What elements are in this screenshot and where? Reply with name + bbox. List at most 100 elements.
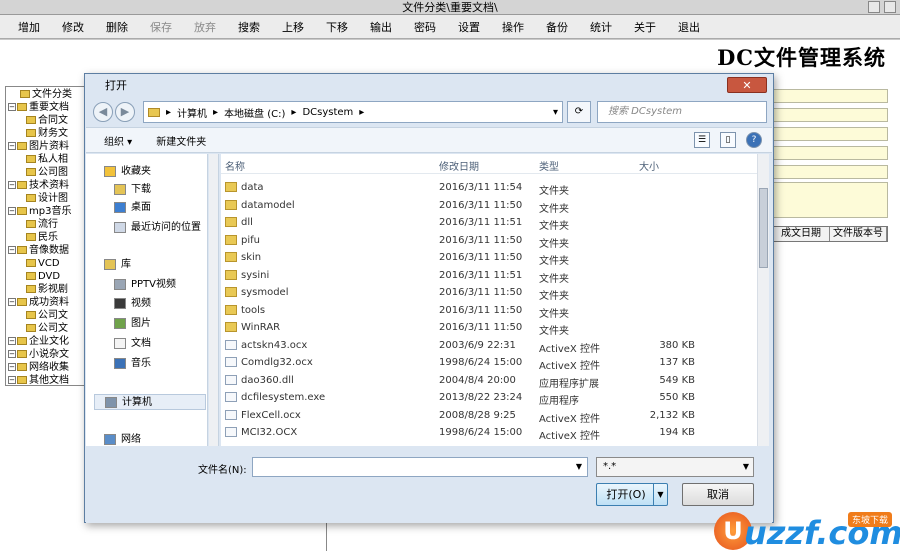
- grid-col-date[interactable]: 成文日期: [773, 227, 830, 241]
- close-button[interactable]: ✕: [727, 77, 767, 93]
- expand-icon[interactable]: −: [8, 363, 16, 371]
- menu-item[interactable]: 搜索: [228, 19, 270, 35]
- menu-item[interactable]: 关于: [624, 19, 666, 35]
- file-row[interactable]: dcfilesystem.exe 2013/8/22 23:24 应用程序 550 K…: [221, 390, 757, 407]
- menu-item[interactable]: 统计: [580, 19, 622, 35]
- column-date[interactable]: 修改日期: [439, 158, 479, 173]
- nav-item[interactable]: PPTV视频: [114, 277, 176, 293]
- forward-icon[interactable]: ▶: [115, 102, 135, 122]
- filetype-select[interactable]: *.* ▼: [596, 457, 754, 477]
- tree-node[interactable]: 文件分类: [20, 88, 72, 101]
- minimize-icon[interactable]: [868, 1, 880, 13]
- preview-pane-icon[interactable]: ▯: [720, 132, 736, 148]
- nav-item[interactable]: 库: [104, 257, 131, 273]
- tree-node[interactable]: − 其他文档: [8, 374, 69, 385]
- menu-item[interactable]: 修改: [52, 19, 94, 35]
- grid-col-version[interactable]: 文件版本号: [830, 227, 887, 241]
- view-options-icon[interactable]: ☰: [694, 132, 710, 148]
- tree-node[interactable]: 财务文: [26, 127, 68, 140]
- tree-node[interactable]: 设计图: [26, 192, 68, 205]
- maximize-icon[interactable]: [884, 1, 896, 13]
- menu-item[interactable]: 密码: [404, 19, 446, 35]
- expand-icon[interactable]: −: [8, 142, 16, 150]
- menu-item[interactable]: 保存: [140, 19, 182, 35]
- tree-node[interactable]: 公司文: [26, 309, 68, 322]
- tree-node[interactable]: 合同文: [26, 114, 68, 127]
- tree-node[interactable]: − mp3音乐: [8, 205, 71, 218]
- tree-node[interactable]: − 重要文档: [8, 101, 69, 114]
- record-memo[interactable]: [772, 182, 888, 218]
- file-row[interactable]: data 2016/3/11 11:54 文件夹: [221, 180, 757, 197]
- record-field[interactable]: [772, 127, 888, 141]
- file-row[interactable]: FlexCell.ocx 2008/8/28 9:25 ActiveX 控件 2,13…: [221, 408, 757, 425]
- back-icon[interactable]: ◀: [93, 102, 113, 122]
- menu-item[interactable]: 下移: [316, 19, 358, 35]
- chevron-down-icon[interactable]: ▼: [571, 458, 587, 476]
- navigation-scrollbar[interactable]: [209, 154, 219, 446]
- breadcrumb-folder[interactable]: DCsystem: [302, 107, 353, 118]
- menu-item[interactable]: 输出: [360, 19, 402, 35]
- chevron-down-icon[interactable]: ▼: [653, 484, 667, 505]
- expand-icon[interactable]: −: [8, 103, 16, 111]
- file-row[interactable]: sysini 2016/3/11 11:51 文件夹: [221, 268, 757, 285]
- nav-item[interactable]: 网络: [104, 432, 141, 446]
- tree-node[interactable]: − 音像数据: [8, 244, 69, 257]
- record-field[interactable]: [772, 89, 888, 103]
- nav-item[interactable]: 计算机: [94, 394, 206, 410]
- tree-node[interactable]: − 成功资料: [8, 296, 69, 309]
- nav-item[interactable]: 文档: [114, 336, 151, 352]
- column-type[interactable]: 类型: [539, 158, 559, 173]
- menu-item[interactable]: 放弃: [184, 19, 226, 35]
- file-row[interactable]: WinRAR 2016/3/11 11:50 文件夹: [221, 320, 757, 337]
- tree-node[interactable]: 私人相: [26, 153, 68, 166]
- record-field[interactable]: [772, 146, 888, 160]
- menu-item[interactable]: 上移: [272, 19, 314, 35]
- nav-item[interactable]: 视频: [114, 296, 151, 312]
- record-field[interactable]: [772, 108, 888, 122]
- column-name[interactable]: 名称: [225, 158, 245, 173]
- file-row[interactable]: dll 2016/3/11 11:51 文件夹: [221, 215, 757, 232]
- file-row[interactable]: MCI32.OCX 1998/6/24 15:00 ActiveX 控件 194 KB: [221, 425, 757, 442]
- menu-item[interactable]: 操作: [492, 19, 534, 35]
- file-row[interactable]: pifu 2016/3/11 11:50 文件夹: [221, 233, 757, 250]
- scroll-thumb[interactable]: [759, 188, 768, 268]
- expand-icon[interactable]: −: [8, 350, 16, 358]
- tree-node[interactable]: 公司文: [26, 322, 68, 335]
- tree-node[interactable]: − 企业文化: [8, 335, 69, 348]
- menu-item[interactable]: 退出: [668, 19, 710, 35]
- file-row[interactable]: tools 2016/3/11 11:50 文件夹: [221, 303, 757, 320]
- menu-item[interactable]: 备份: [536, 19, 578, 35]
- file-row[interactable]: datamodel 2016/3/11 11:50 文件夹: [221, 198, 757, 215]
- expand-icon[interactable]: −: [8, 337, 16, 345]
- tree-node[interactable]: DVD: [26, 270, 60, 283]
- file-row[interactable]: Comdlg32.ocx 1998/6/24 15:00 ActiveX 控件 137…: [221, 355, 757, 372]
- tree-node[interactable]: 公司图: [26, 166, 68, 179]
- menu-item[interactable]: 增加: [8, 19, 50, 35]
- menu-item[interactable]: 删除: [96, 19, 138, 35]
- file-list-scrollbar[interactable]: [757, 154, 769, 446]
- organize-button[interactable]: 组织 ▾: [104, 133, 132, 148]
- nav-item[interactable]: 桌面: [114, 200, 151, 216]
- file-row[interactable]: dao360.dll 2004/8/4 20:00 应用程序扩展 549 KB: [221, 373, 757, 390]
- tree-node[interactable]: 影视剧: [26, 283, 68, 296]
- expand-icon[interactable]: −: [8, 376, 16, 384]
- category-tree[interactable]: 文件分类 − 重要文档 合同文 财务文 − 图片资料 私人相 公司图 − 技术资料 设计图 − mp3音乐…: [5, 86, 85, 386]
- cancel-button[interactable]: 取消: [682, 483, 754, 506]
- refresh-icon[interactable]: ⟳: [567, 101, 591, 123]
- nav-item[interactable]: 图片: [114, 316, 151, 332]
- tree-node[interactable]: − 网络收集: [8, 361, 69, 374]
- nav-item[interactable]: 下载: [114, 182, 151, 198]
- filename-input[interactable]: ▼: [252, 457, 588, 477]
- open-button[interactable]: 打开(O) ▼: [596, 483, 668, 506]
- help-icon[interactable]: ?: [746, 132, 762, 148]
- search-input[interactable]: 搜索 DCsystem: [597, 101, 767, 123]
- new-folder-button[interactable]: 新建文件夹: [156, 133, 206, 148]
- file-row[interactable]: sysmodel 2016/3/11 11:50 文件夹: [221, 285, 757, 302]
- nav-item[interactable]: 最近访问的位置: [114, 220, 201, 236]
- tree-node[interactable]: VCD: [26, 257, 60, 270]
- column-size[interactable]: 大小: [639, 158, 659, 173]
- menu-item[interactable]: 设置: [448, 19, 490, 35]
- tree-node[interactable]: − 技术资料: [8, 179, 69, 192]
- file-row[interactable]: actskn43.ocx 2003/6/9 22:31 ActiveX 控件 380 …: [221, 338, 757, 355]
- breadcrumb-drive[interactable]: 本地磁盘 (C:): [224, 105, 285, 120]
